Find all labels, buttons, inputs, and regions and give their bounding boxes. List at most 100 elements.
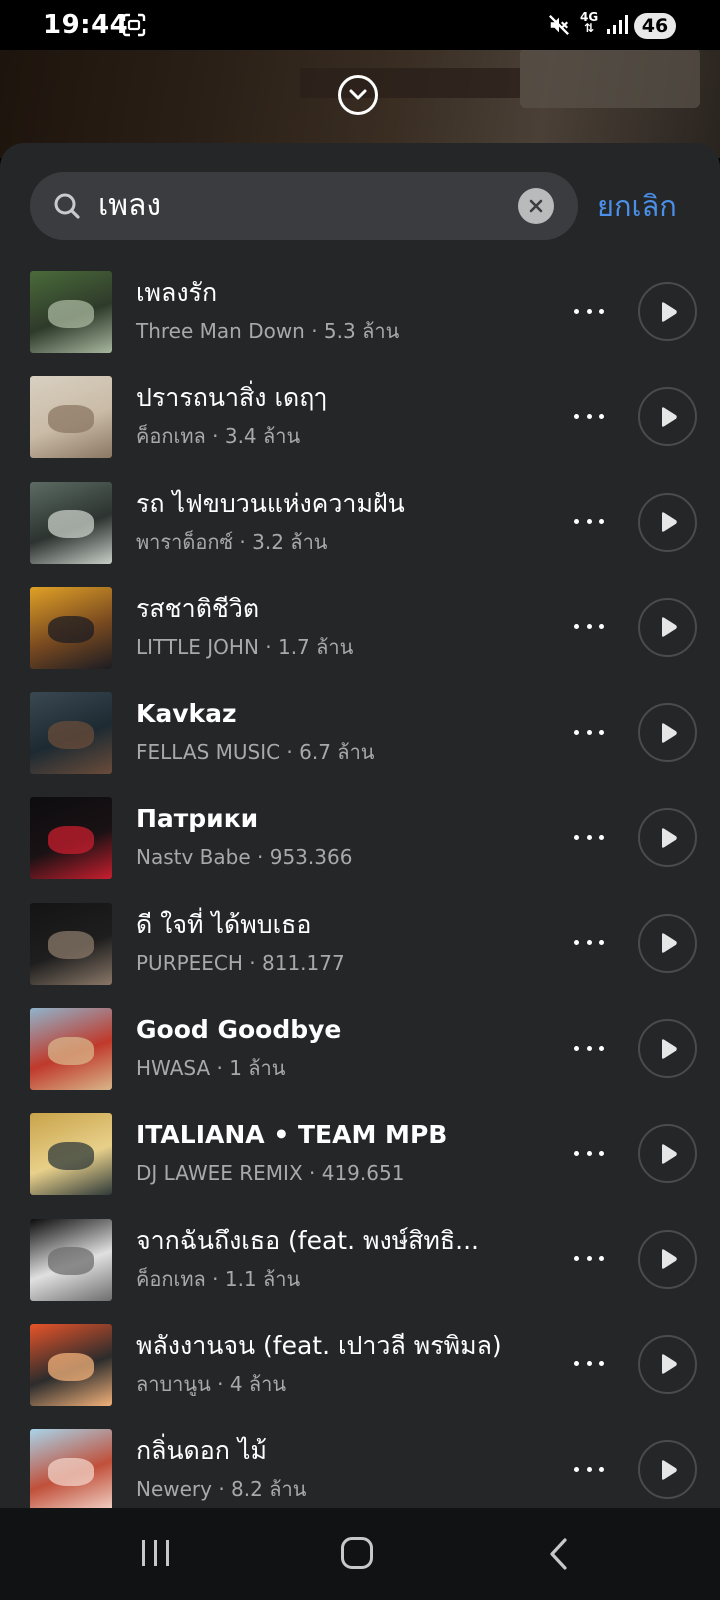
album-art	[30, 1323, 112, 1406]
album-art	[30, 1113, 112, 1196]
play-icon	[661, 1459, 677, 1480]
play-preview-button[interactable]	[638, 913, 697, 973]
mute-icon	[548, 14, 570, 36]
song-title: Good Goodbye	[136, 1015, 342, 1045]
more-options-icon[interactable]	[574, 720, 604, 744]
play-icon	[661, 301, 677, 322]
album-art	[30, 1218, 112, 1301]
song-row[interactable]: ดี ใจที่ ได้พบเธอ PURPEECH · 811.177	[0, 901, 720, 1006]
play-preview-button[interactable]	[638, 1019, 697, 1079]
play-preview-button[interactable]	[638, 808, 697, 868]
song-row[interactable]: กลิ่นดอก ไม้ Newery · 8.2 ล้าน	[0, 1427, 720, 1508]
song-title: เพลงรัก	[136, 278, 218, 307]
signal-icon	[607, 15, 628, 34]
album-art	[30, 692, 112, 775]
song-artist-plays: PURPEECH · 811.177	[136, 950, 345, 975]
play-icon	[661, 512, 677, 532]
album-art	[30, 271, 112, 353]
more-options-icon[interactable]	[574, 404, 604, 428]
network-type-icon: 4G ⇅	[580, 10, 599, 35]
song-row[interactable]: รถ ไฟขบวนแห่งความฝันพาราด็อกซ์ · 3.2 ล้า…	[0, 480, 720, 585]
cancel-button[interactable]: ยกเลิก	[597, 187, 677, 225]
home-icon[interactable]	[341, 1537, 373, 1569]
music-search-sheet: เพลง ยกเลิก เพลงรัก Three Man Down · 5.3 …	[0, 143, 720, 1508]
chevron-down-icon	[349, 89, 367, 100]
song-artist-plays: HWASA · 1 ล้าน	[136, 1056, 286, 1081]
search-query: เพลง	[98, 188, 162, 223]
system-nav-bar	[0, 1508, 720, 1600]
song-artist-plays: ค็อกเทล · 1.1 ล้าน	[136, 1266, 301, 1291]
play-icon	[661, 1354, 677, 1375]
song-row[interactable]: ปรารถนาสิ่ง เดฤๅค็อกเทล · 3.4 ล้าน	[0, 374, 720, 479]
play-icon	[661, 1249, 677, 1269]
search-icon	[54, 193, 80, 219]
play-preview-button[interactable]	[638, 387, 697, 447]
more-options-icon[interactable]	[574, 1141, 604, 1165]
close-icon	[529, 199, 543, 213]
recent-apps-icon[interactable]	[140, 1538, 172, 1568]
more-options-icon[interactable]	[574, 615, 604, 639]
song-list: เพลงรัก Three Man Down · 5.3 ล้านปรารถนาส…	[0, 269, 720, 1508]
song-title: ดี ใจที่ ได้พบเธอ	[136, 909, 312, 939]
song-row[interactable]: พลังงานจน (feat. เปาวลี พรพิมล) ลาบานูน ·…	[0, 1322, 720, 1427]
play-icon	[661, 1144, 677, 1164]
play-icon	[661, 1038, 677, 1059]
play-icon	[661, 617, 677, 638]
status-bar: 19:44 4G ⇅ 46	[0, 0, 720, 50]
song-artist-plays: Newery · 8.2 ล้าน	[136, 1477, 307, 1502]
song-row[interactable]: จากฉันถึงเธอ (feat. พงษ์สิทธิ... ค็อกเทล …	[0, 1217, 720, 1322]
song-title: รถ ไฟขบวนแห่งความฝัน	[136, 488, 405, 518]
battery-indicator: 46	[634, 13, 676, 39]
search-input[interactable]: เพลง	[30, 172, 578, 240]
more-options-icon[interactable]	[574, 1247, 604, 1271]
song-row[interactable]: Good Goodbye HWASA · 1 ล้าน	[0, 1006, 720, 1111]
album-art	[30, 902, 112, 985]
song-row[interactable]: Патрики Nastv Babe · 953.366	[0, 795, 720, 900]
more-options-icon[interactable]	[574, 825, 604, 849]
network-type-label: 4G	[580, 10, 599, 24]
song-artist-plays: พาราด็อกซ์ · 3.2 ล้าน	[136, 529, 328, 554]
play-preview-button[interactable]	[638, 1124, 697, 1184]
song-artist-plays: ค็อกเทล · 3.4 ล้าน	[136, 424, 301, 449]
song-row[interactable]: Kavkaz FELLAS MUSIC · 6.7 ล้าน	[0, 690, 720, 795]
song-title: ปรารถนาสิ่ง เดฤๅ	[136, 383, 327, 413]
album-art	[30, 1429, 112, 1508]
play-preview-button[interactable]	[638, 1334, 697, 1394]
song-artist-plays: Nastv Babe · 953.366	[136, 845, 353, 870]
song-artist-plays: Three Man Down · 5.3 ล้าน	[136, 319, 400, 343]
play-icon	[661, 407, 677, 427]
more-options-icon[interactable]	[574, 1457, 604, 1481]
song-artist-plays: DJ LAWEE REMIX · 419.651	[136, 1161, 405, 1186]
song-row[interactable]: ITALIANA • TEAM MPB DJ LAWEE REMIX · 419.…	[0, 1111, 720, 1216]
song-artist-plays: ลาบานูน · 4 ล้าน	[136, 1371, 287, 1396]
play-preview-button[interactable]	[638, 282, 697, 341]
more-options-icon[interactable]	[574, 510, 604, 534]
song-title: พลังงานจน (feat. เปาวลี พรพิมล)	[136, 1330, 502, 1360]
collapse-sheet-button[interactable]	[338, 75, 378, 115]
play-preview-button[interactable]	[638, 597, 697, 657]
more-options-icon[interactable]	[574, 1036, 604, 1060]
more-options-icon[interactable]	[574, 931, 604, 955]
play-icon	[661, 828, 677, 848]
song-title: ITALIANA • TEAM MPB	[136, 1120, 448, 1150]
album-art	[30, 797, 112, 880]
play-preview-button[interactable]	[638, 703, 697, 763]
album-art	[30, 586, 112, 669]
song-row[interactable]: เพลงรัก Three Man Down · 5.3 ล้าน	[0, 269, 720, 374]
back-icon[interactable]	[547, 1537, 569, 1571]
song-artist-plays: LITTLE JOHN · 1.7 ล้าน	[136, 634, 354, 659]
play-preview-button[interactable]	[638, 1229, 697, 1289]
play-icon	[661, 722, 677, 743]
clear-search-button[interactable]	[518, 188, 554, 224]
more-options-icon[interactable]	[574, 1352, 604, 1376]
status-time: 19:44	[43, 10, 129, 40]
album-art	[30, 376, 112, 459]
play-preview-button[interactable]	[638, 1440, 697, 1500]
album-art	[30, 1008, 112, 1091]
song-title: Патрики	[136, 804, 259, 834]
song-row[interactable]: รสชาติชีวิต LITTLE JOHN · 1.7 ล้าน	[0, 585, 720, 690]
song-title: กลิ่นดอก ไม้	[136, 1436, 267, 1466]
play-preview-button[interactable]	[638, 492, 697, 552]
more-options-icon[interactable]	[574, 299, 604, 323]
song-title: Kavkaz	[136, 699, 237, 729]
